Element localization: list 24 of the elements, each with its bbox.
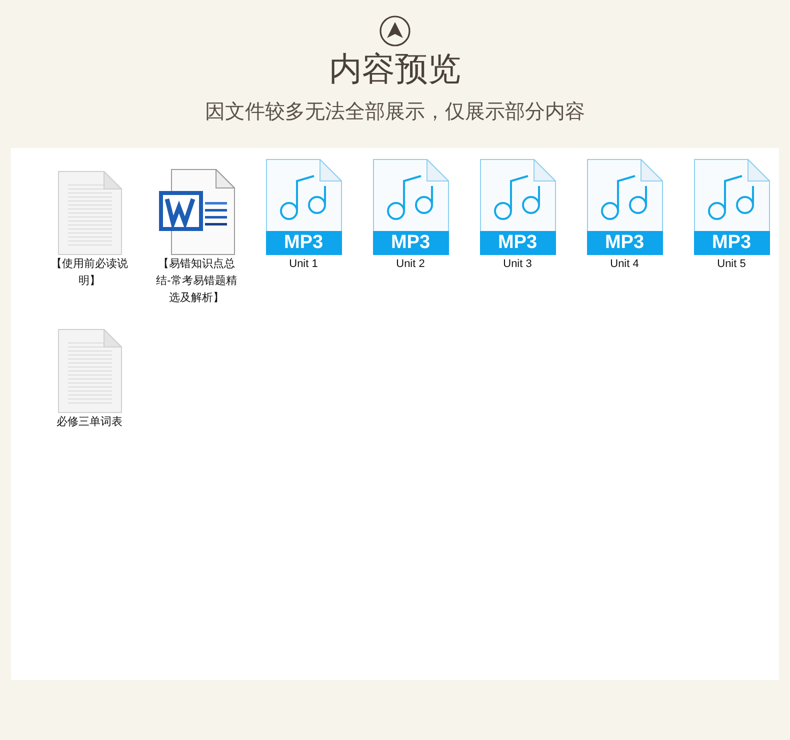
page-subtitle: 因文件较多无法全部展示，仅展示部分内容	[205, 98, 585, 125]
file-name[interactable]: 必修三单词表	[48, 414, 132, 431]
file-name[interactable]: Unit 5	[690, 256, 774, 273]
text-file-icon[interactable]	[58, 171, 122, 255]
page-title: 内容预览	[329, 49, 461, 89]
file-type-badge: MP3	[266, 231, 342, 255]
music-file-icon[interactable]	[694, 159, 770, 231]
music-file-icon[interactable]	[372, 159, 448, 231]
music-file-icon[interactable]	[586, 159, 662, 231]
file-name[interactable]: Unit 4	[582, 256, 666, 273]
file-type-badge: MP3	[694, 231, 770, 255]
file-name[interactable]: Unit 2	[368, 256, 452, 273]
file-type-badge: MP3	[480, 231, 556, 255]
file-type-badge: MP3	[586, 231, 662, 255]
music-file-icon[interactable]	[480, 159, 556, 231]
file-name[interactable]: Unit 3	[476, 256, 560, 273]
file-name[interactable]: 【使用前必读说明】	[48, 256, 132, 290]
text-file-icon[interactable]	[58, 329, 122, 413]
file-name[interactable]: 【易错知识点总结-常考易错题精选及解析】	[154, 256, 238, 307]
file-name[interactable]: Unit 1	[262, 256, 346, 273]
collapse-up-icon[interactable]	[379, 15, 411, 47]
file-type-badge: MP3	[372, 231, 448, 255]
word-document-icon[interactable]	[158, 169, 234, 255]
music-file-icon[interactable]	[266, 159, 342, 231]
